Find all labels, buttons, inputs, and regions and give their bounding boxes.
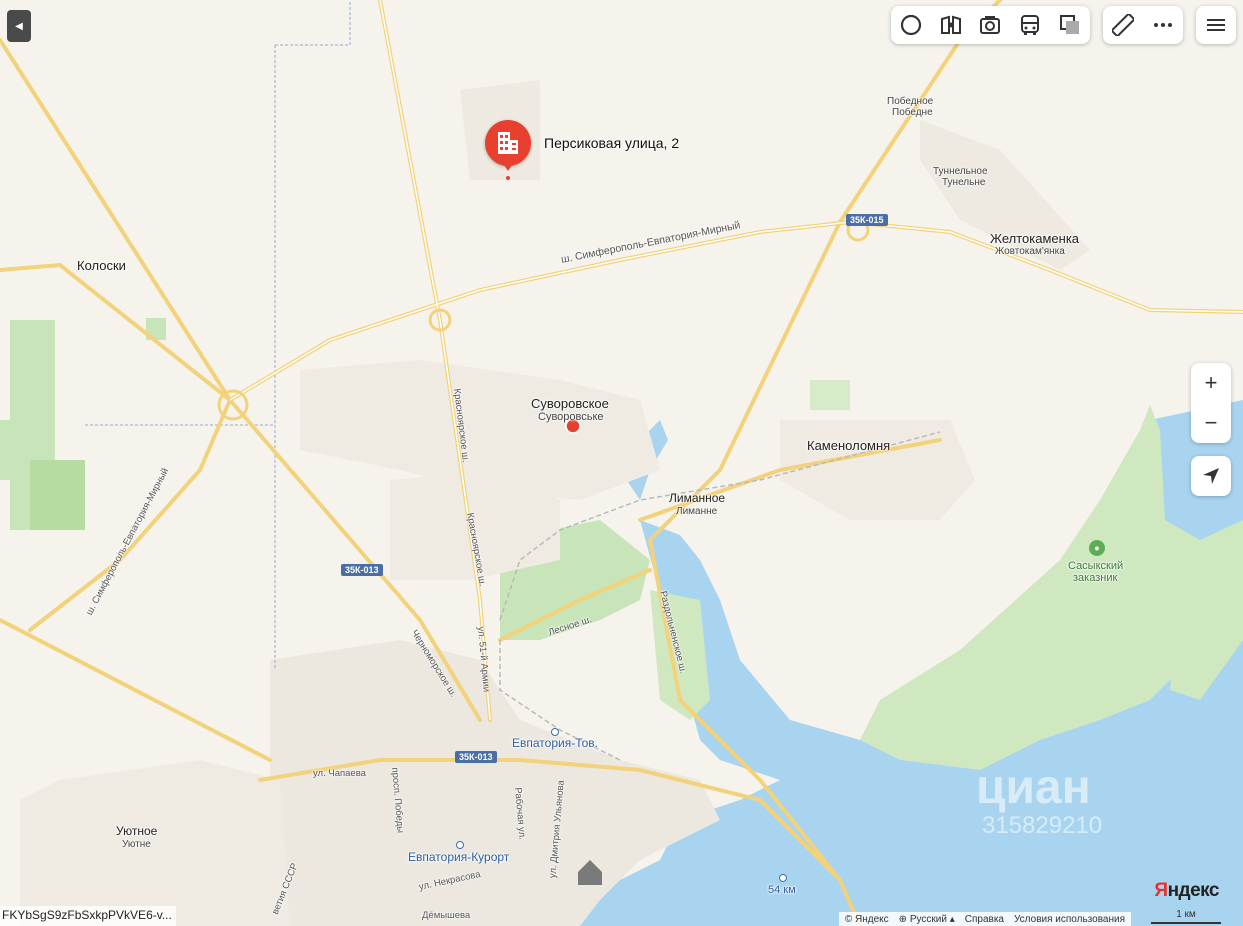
triangle-left-icon: ◀ [15,20,23,32]
zoom-control: + − [1191,363,1231,443]
pin-label: Персиковая улица, 2 [544,135,680,151]
permalink-hash[interactable]: FKYbSgS9zFbSxkpPVkVE6-v... [0,906,176,926]
help-link[interactable]: Справка [965,914,1004,925]
terms-link[interactable]: Условия использования [1014,914,1125,925]
traffic-icon [900,14,921,36]
panorama-icon [940,15,961,34]
menu-icon [1207,19,1225,31]
station-icon [456,841,464,849]
map-type-icon [1060,15,1080,34]
scale-label: 1 км [1176,909,1196,920]
language-selector[interactable]: ⊕ Русский ▴ [899,914,955,925]
geolocation-control [1191,456,1231,496]
camera-icon [980,16,1001,34]
ruler-button[interactable] [1103,6,1143,44]
place-uyutnoe: Уютное [116,824,158,838]
scale-bar: 1 км [1151,909,1221,924]
place-limannoe-alt: Лиманне [676,506,718,517]
zoom-in-button[interactable]: + [1191,363,1231,403]
pin-point [506,176,510,180]
place-sasyk-alt: заказник [1073,572,1118,584]
map-type-button[interactable] [1050,6,1090,44]
bus-icon [1021,15,1040,35]
location-pin[interactable] [485,120,531,166]
zoom-out-button[interactable]: − [1191,403,1231,443]
more-button[interactable] [1143,6,1183,44]
layers-toolbar [891,6,1090,44]
map-footer: © Яндекс ⊕ Русский ▴ Справка Условия исп… [838,912,1131,926]
watermark-brand: циан [976,761,1091,814]
station-54km: 54 км [768,884,796,896]
cian-watermark: циан 315829210 [940,760,1102,839]
place-zheltokamenka: Желтокаменка [990,231,1080,246]
place-sasyk: Сасыкский [1068,560,1124,572]
globe-icon: ⊕ [898,913,910,925]
road-demysheva: Дёмышева [422,910,471,921]
place-tunnelnoe-alt: Тунельне [942,177,986,188]
tools-toolbar [1103,6,1183,44]
road-shield-35k015: 35К-015 [846,214,888,226]
road-chapaeva: ул. Чапаева [313,768,366,779]
station-evpatoria-tov: Евпатория-Тов. [512,736,598,750]
place-zheltokamenka-alt: Жовтокам'янка [995,246,1065,257]
menu-panel [1196,6,1236,44]
ruler-icon [1112,14,1134,36]
menu-button[interactable] [1196,6,1236,44]
photos-button[interactable] [971,6,1011,44]
place-suvorovskoe: Суворовское [531,396,609,411]
transport-button[interactable] [1010,6,1050,44]
station-evpatoria-kurort: Евпатория-Курорт [408,850,510,864]
paw-icon: ● [1089,540,1105,556]
place-pobednoe-alt: Победне [892,107,933,118]
traffic-button[interactable] [891,6,931,44]
place-limannoe: Лиманное [669,491,726,505]
yandex-logo[interactable]: Яндекс [1154,880,1219,902]
place-uyutnoe-alt: Уютне [122,839,151,850]
geolocation-button[interactable] [1191,456,1231,496]
panorama-button[interactable] [931,6,971,44]
collapse-panel-button[interactable]: ◀ [7,10,31,42]
place-suvorovskoe-alt: Суворовське [538,411,604,423]
place-koloski: Колоски [77,258,126,273]
copyright-link[interactable]: © Яндекс [845,914,889,925]
place-pobednoe: Победное [887,96,934,107]
place-kamenolomnya: Каменоломня [807,438,891,453]
road-shield-35k013-2: 35К-013 [455,751,497,763]
more-icon [1154,23,1172,27]
place-tunnelnoe: Туннельное [933,166,988,177]
watermark-number: 315829210 [982,812,1103,839]
station-icon [551,728,559,736]
navigation-arrow-icon [1203,468,1219,484]
road-shield-35k013: 35К-013 [341,564,383,576]
station-icon [779,874,787,882]
building-icon [498,132,518,154]
pin-tail [502,162,514,171]
